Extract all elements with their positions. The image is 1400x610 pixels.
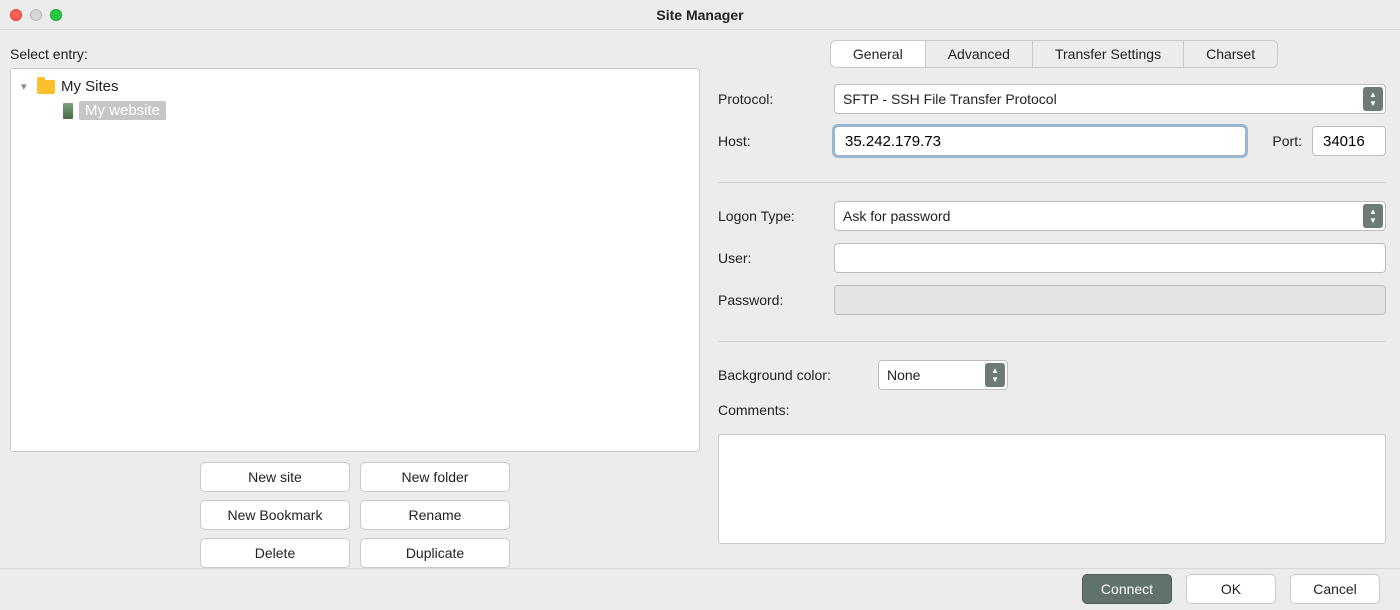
divider [718, 341, 1386, 342]
logon-label: Logon Type: [718, 208, 824, 224]
tree-item[interactable]: My website [15, 98, 695, 123]
updown-icon: ▲▼ [1363, 204, 1383, 228]
site-actions: New site New folder New Bookmark Rename … [200, 462, 510, 568]
user-label: User: [718, 250, 824, 266]
tab-charset[interactable]: Charset [1184, 41, 1277, 67]
port-field[interactable] [1321, 132, 1377, 151]
updown-icon: ▲▼ [985, 363, 1005, 387]
tab-advanced[interactable]: Advanced [926, 41, 1033, 67]
protocol-label: Protocol: [718, 91, 824, 107]
tree-item-label: My website [79, 101, 166, 120]
host-field[interactable] [843, 132, 1217, 151]
host-label: Host: [718, 133, 824, 149]
delete-button[interactable]: Delete [200, 538, 350, 568]
bgcolor-value: None [887, 367, 920, 383]
protocol-value: SFTP - SSH File Transfer Protocol [843, 91, 1057, 107]
host-input[interactable] [834, 126, 1246, 156]
user-field[interactable] [843, 249, 1357, 268]
comments-label: Comments: [718, 402, 1386, 418]
password-input [834, 285, 1386, 315]
site-tree[interactable]: ▾ My Sites My website [10, 68, 700, 452]
password-label: Password: [718, 292, 824, 308]
titlebar: Site Manager [0, 0, 1400, 30]
chevron-down-icon[interactable]: ▾ [21, 80, 31, 93]
password-field [843, 291, 1357, 310]
settings-tabs: General Advanced Transfer Settings Chars… [830, 40, 1278, 68]
connect-button[interactable]: Connect [1082, 574, 1172, 604]
port-input[interactable] [1312, 126, 1386, 156]
new-site-button[interactable]: New site [200, 462, 350, 492]
bgcolor-select[interactable]: None ▲▼ [878, 360, 1008, 390]
select-entry-label: Select entry: [10, 46, 700, 62]
window-title: Site Manager [0, 7, 1400, 23]
user-input[interactable] [834, 243, 1386, 273]
updown-icon: ▲▼ [1363, 87, 1383, 111]
tree-root[interactable]: ▾ My Sites [15, 75, 695, 98]
cancel-button[interactable]: Cancel [1290, 574, 1380, 604]
protocol-select[interactable]: SFTP - SSH File Transfer Protocol ▲▼ [834, 84, 1386, 114]
divider [718, 182, 1386, 183]
duplicate-button[interactable]: Duplicate [360, 538, 510, 568]
port-label: Port: [1256, 133, 1302, 149]
server-icon [63, 103, 73, 119]
ok-button[interactable]: OK [1186, 574, 1276, 604]
comments-textarea[interactable] [718, 434, 1386, 544]
logon-select[interactable]: Ask for password ▲▼ [834, 201, 1386, 231]
rename-button[interactable]: Rename [360, 500, 510, 530]
dialog-footer: Connect OK Cancel [0, 568, 1400, 608]
new-folder-button[interactable]: New folder [360, 462, 510, 492]
tab-general[interactable]: General [831, 41, 926, 67]
tree-root-label: My Sites [61, 78, 119, 95]
logon-value: Ask for password [843, 208, 950, 224]
folder-icon [37, 80, 55, 94]
new-bookmark-button[interactable]: New Bookmark [200, 500, 350, 530]
bgcolor-label: Background color: [718, 367, 868, 383]
tab-transfer[interactable]: Transfer Settings [1033, 41, 1184, 67]
